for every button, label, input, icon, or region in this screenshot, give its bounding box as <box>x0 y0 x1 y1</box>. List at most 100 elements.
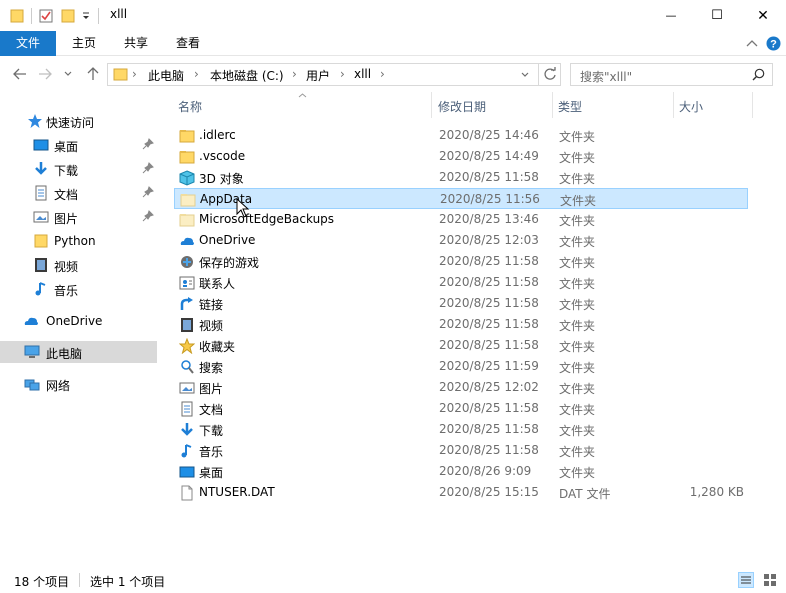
folder-icon <box>179 130 195 143</box>
nav-downloads[interactable]: 下载 <box>0 158 157 180</box>
column-divider[interactable] <box>431 92 432 118</box>
music-icon <box>181 444 192 458</box>
breadcrumb-users[interactable]: 用户 <box>306 67 330 84</box>
file-row[interactable]: 文档 2020/8/25 11:58 文件夹 <box>174 398 748 419</box>
ribbon: 文件 主页 共享 查看 ? <box>0 31 786 56</box>
saved-games-icon <box>181 256 193 268</box>
new-folder-icon[interactable] <box>61 8 75 24</box>
file-name: 保存的游戏 <box>199 256 260 270</box>
file-row[interactable]: 图片 2020/8/25 12:02 文件夹 <box>174 377 748 398</box>
onedrive-icon <box>24 317 38 325</box>
nav-music[interactable]: 音乐 <box>0 278 157 300</box>
maximize-button[interactable]: ☐ <box>694 0 740 31</box>
file-name: 视频 <box>199 319 224 333</box>
nav-onedrive[interactable]: OneDrive <box>0 310 157 332</box>
file-row[interactable]: 联系人 2020/8/25 11:58 文件夹 <box>174 272 748 293</box>
file-date: 2020/8/25 11:58 <box>439 275 539 289</box>
pin-icon[interactable] <box>142 162 154 174</box>
folder-icon <box>179 151 195 164</box>
nav-pictures[interactable]: 图片 <box>0 206 157 228</box>
file-row[interactable]: MicrosoftEdgeBackups 2020/8/25 13:46 文件夹 <box>174 209 748 230</box>
details-view-icon[interactable] <box>738 572 754 588</box>
nav-videos[interactable]: 视频 <box>0 254 157 276</box>
file-type: 文件夹 <box>559 151 596 165</box>
file-row[interactable]: 保存的游戏 2020/8/25 11:58 文件夹 <box>174 251 748 272</box>
nav-this-pc[interactable]: 此电脑 <box>0 341 157 363</box>
folder-icon <box>10 9 24 22</box>
nav-desktop[interactable]: 桌面 <box>0 134 157 156</box>
nav-documents[interactable]: 文档 <box>0 182 157 204</box>
forward-button[interactable] <box>36 65 54 83</box>
file-row[interactable]: .idlerc 2020/8/25 14:46 文件夹 <box>174 125 748 146</box>
column-divider[interactable] <box>552 92 553 118</box>
file-date: 2020/8/25 11:58 <box>439 422 539 436</box>
nav-label: 视频 <box>54 260 79 274</box>
up-button[interactable] <box>84 65 102 83</box>
column-header-date[interactable]: 修改日期 <box>438 98 486 115</box>
nav-label: 图片 <box>54 212 79 226</box>
breadcrumb-current[interactable]: xlll <box>354 67 371 81</box>
close-button[interactable]: ✕ <box>740 0 786 31</box>
back-button[interactable] <box>11 65 29 83</box>
file-row[interactable]: 下载 2020/8/25 11:58 文件夹 <box>174 419 748 440</box>
minimize-button[interactable]: — <box>648 0 694 31</box>
pin-icon[interactable] <box>142 186 154 198</box>
nav-network[interactable]: 网络 <box>0 373 157 395</box>
file-row[interactable]: .vscode 2020/8/25 14:49 文件夹 <box>174 146 748 167</box>
column-divider[interactable] <box>752 92 753 118</box>
pin-icon[interactable] <box>142 210 154 222</box>
large-icons-view-icon[interactable] <box>762 572 778 588</box>
links-icon <box>180 297 193 310</box>
tab-home[interactable]: 主页 <box>62 31 106 56</box>
customize-toolbar-icon[interactable] <box>81 8 91 24</box>
search-box[interactable]: 搜索"xlll" <box>570 63 773 86</box>
help-icon[interactable]: ? <box>766 36 781 51</box>
column-header-type[interactable]: 类型 <box>558 98 582 115</box>
breadcrumb-separator: › <box>194 67 199 81</box>
nav-quick-access[interactable]: 快速访问 <box>0 110 157 132</box>
file-date: 2020/8/25 11:58 <box>439 443 539 457</box>
pin-icon[interactable] <box>142 138 154 150</box>
file-name: 图片 <box>199 382 224 396</box>
file-row[interactable]: OneDrive 2020/8/25 12:03 文件夹 <box>174 230 748 251</box>
file-row[interactable]: 桌面 2020/8/26 9:09 文件夹 <box>174 461 748 482</box>
column-divider[interactable] <box>673 92 674 118</box>
file-row[interactable]: 链接 2020/8/25 11:58 文件夹 <box>174 293 748 314</box>
file-type: 文件夹 <box>559 256 596 270</box>
file-date: 2020/8/25 11:59 <box>439 359 539 373</box>
recent-locations-button[interactable] <box>62 65 74 83</box>
column-header-name[interactable]: 名称 <box>178 98 202 115</box>
navigation-pane: 快速访问 桌面 下载 文档 图片 Python 视频 音乐 OneDrive 此… <box>0 92 160 562</box>
breadcrumb-local-disk[interactable]: 本地磁盘 (C:) <box>210 67 284 84</box>
toolbar-divider <box>98 7 99 24</box>
breadcrumb-this-pc[interactable]: 此电脑 <box>148 67 184 84</box>
nav-python[interactable]: Python <box>0 230 157 252</box>
file-date: 2020/8/25 11:58 <box>439 401 539 415</box>
address-bar[interactable]: › 此电脑 › 本地磁盘 (C:) › 用户 › xlll › <box>107 63 561 86</box>
search-input[interactable]: 搜索"xlll" <box>580 68 632 85</box>
file-row[interactable]: 搜索 2020/8/25 11:59 文件夹 <box>174 356 748 377</box>
file-name: 3D 对象 <box>199 172 244 186</box>
file-row[interactable]: AppData 2020/8/25 11:56 文件夹 <box>174 188 748 209</box>
file-name: 桌面 <box>199 466 224 480</box>
file-row[interactable]: NTUSER.DAT 2020/8/25 15:15 DAT 文件 1,280 KB <box>174 482 748 503</box>
file-date: 2020/8/25 14:49 <box>439 149 539 163</box>
file-date: 2020/8/25 15:15 <box>439 485 539 499</box>
tab-file[interactable]: 文件 <box>0 31 56 56</box>
tab-share[interactable]: 共享 <box>114 31 158 56</box>
hidden-folder-icon <box>179 214 195 227</box>
properties-icon[interactable] <box>39 8 53 24</box>
tab-view[interactable]: 查看 <box>166 31 210 56</box>
column-header-size[interactable]: 大小 <box>679 98 703 115</box>
address-dropdown-icon[interactable] <box>521 72 529 78</box>
expand-ribbon-icon[interactable] <box>746 39 758 49</box>
refresh-icon[interactable] <box>543 67 557 81</box>
file-row[interactable]: 视频 2020/8/25 11:58 文件夹 <box>174 314 748 335</box>
file-name: 音乐 <box>199 445 224 459</box>
file-date: 2020/8/25 12:02 <box>439 380 539 394</box>
file-size: 1,280 KB <box>689 485 744 499</box>
search-icon[interactable] <box>752 68 765 81</box>
file-row[interactable]: 3D 对象 2020/8/25 11:58 文件夹 <box>174 167 748 188</box>
file-row[interactable]: 收藏夹 2020/8/25 11:58 文件夹 <box>174 335 748 356</box>
file-row[interactable]: 音乐 2020/8/25 11:58 文件夹 <box>174 440 748 461</box>
